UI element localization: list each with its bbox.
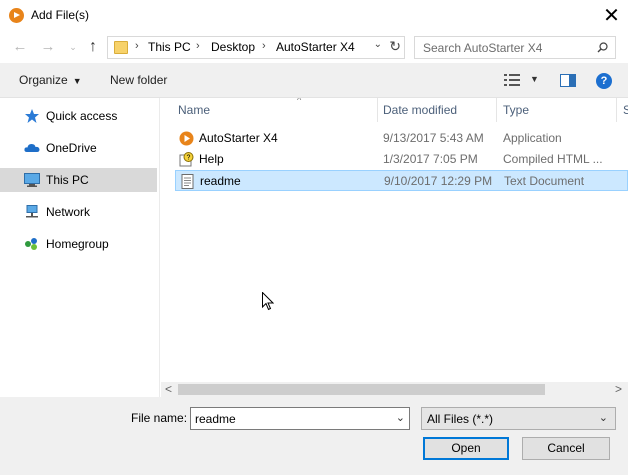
file-date: 9/10/2017 12:29 PM bbox=[384, 174, 493, 188]
scroll-right-button[interactable]: > bbox=[615, 382, 622, 396]
new-folder-button[interactable]: New folder bbox=[110, 73, 167, 87]
help-file-icon: ? bbox=[179, 152, 194, 167]
nav-item-this-pc[interactable]: This PC bbox=[0, 168, 157, 192]
breadcrumb-separator[interactable]: › bbox=[135, 40, 139, 52]
search-input[interactable]: Search AutoStarter X4 bbox=[414, 36, 616, 59]
file-name-label: File name: bbox=[131, 411, 188, 425]
text-file-icon bbox=[181, 174, 194, 189]
breadcrumb-desktop[interactable]: Desktop bbox=[211, 40, 255, 54]
back-button[interactable]: ← bbox=[11, 38, 29, 56]
breadcrumb-this-pc[interactable]: This PC bbox=[148, 40, 191, 54]
folder-icon bbox=[114, 41, 128, 54]
nav-item-label: OneDrive bbox=[46, 141, 97, 155]
file-row[interactable]: AutoStarter X4 9/13/2017 5:43 AM Applica… bbox=[175, 128, 628, 149]
nav-item-label: Quick access bbox=[46, 109, 118, 123]
file-name-input[interactable]: readme ⌄ bbox=[190, 407, 410, 430]
file-list[interactable]: ^ Name Date modified Type S AutoStarter … bbox=[161, 98, 628, 382]
column-header-type[interactable]: Type bbox=[503, 103, 529, 117]
file-row[interactable]: readme 9/10/2017 12:29 PM Text Document bbox=[175, 170, 628, 191]
scrollbar-thumb[interactable] bbox=[178, 384, 545, 395]
nav-item-label: This PC bbox=[46, 173, 89, 187]
nav-item-network[interactable]: Network bbox=[0, 200, 157, 224]
breadcrumb-separator[interactable]: › bbox=[262, 40, 266, 52]
open-button[interactable]: Open bbox=[423, 437, 509, 460]
navigation-pane: Quick access OneDrive This PC Network Ho… bbox=[0, 98, 160, 397]
file-type-filter-value: All Files (*.*) bbox=[427, 412, 494, 426]
file-name: readme bbox=[200, 174, 241, 188]
preview-pane-button[interactable] bbox=[560, 74, 576, 87]
window-title: Add File(s) bbox=[31, 8, 90, 22]
nav-item-homegroup[interactable]: Homegroup bbox=[0, 232, 157, 256]
chevron-down-icon: ▼ bbox=[72, 76, 82, 86]
column-divider[interactable] bbox=[616, 98, 617, 122]
breadcrumb-separator[interactable]: › bbox=[196, 40, 200, 52]
nav-item-quick-access[interactable]: Quick access bbox=[0, 104, 157, 128]
nav-item-onedrive[interactable]: OneDrive bbox=[0, 136, 157, 160]
close-button[interactable]: ✕ bbox=[595, 0, 628, 31]
app-icon bbox=[9, 8, 24, 23]
organize-label: Organize bbox=[19, 73, 68, 87]
view-options-dropdown[interactable]: ▼ bbox=[530, 74, 539, 84]
forward-button[interactable]: → bbox=[39, 38, 57, 56]
file-row[interactable]: ? Help 1/3/2017 7:05 PM Compiled HTML ..… bbox=[175, 149, 628, 170]
file-name: AutoStarter X4 bbox=[199, 131, 278, 145]
chevron-down-icon: ⌄ bbox=[598, 412, 608, 424]
homegroup-icon bbox=[25, 238, 37, 250]
file-name-dropdown-button[interactable]: ⌄ bbox=[396, 411, 405, 424]
cloud-icon bbox=[24, 144, 40, 152]
file-type: Text Document bbox=[504, 174, 585, 188]
file-name: Help bbox=[199, 152, 224, 166]
file-type: Compiled HTML ... bbox=[503, 152, 603, 166]
sort-ascending-icon: ^ bbox=[297, 98, 302, 105]
file-type: Application bbox=[503, 131, 562, 145]
address-dropdown-button[interactable]: ⌄ bbox=[374, 39, 382, 50]
mouse-cursor-icon bbox=[262, 292, 274, 311]
file-date: 9/13/2017 5:43 AM bbox=[383, 131, 484, 145]
help-button[interactable]: ? bbox=[596, 73, 612, 89]
scroll-left-button[interactable]: < bbox=[165, 382, 172, 396]
search-placeholder: Search AutoStarter X4 bbox=[423, 41, 543, 55]
horizontal-scrollbar[interactable]: < > bbox=[161, 382, 628, 397]
search-icon[interactable] bbox=[597, 42, 608, 53]
organize-button[interactable]: Organize ▼ bbox=[19, 73, 82, 87]
column-divider[interactable] bbox=[377, 98, 378, 122]
address-bar[interactable]: › This PC › Desktop › AutoStarter X4 ⌄ ↻ bbox=[107, 36, 405, 59]
app-icon bbox=[179, 131, 194, 146]
dialog-footer: File name: readme ⌄ All Files (*.*) ⌄ Op… bbox=[0, 397, 628, 475]
nav-item-label: Homegroup bbox=[46, 237, 109, 251]
nav-item-label: Network bbox=[46, 205, 91, 219]
view-options-icon[interactable] bbox=[504, 73, 520, 87]
cancel-button[interactable]: Cancel bbox=[522, 437, 610, 460]
column-header-name[interactable]: Name bbox=[178, 103, 210, 117]
address-row: ← → ⌄ ↑ › This PC › Desktop › AutoStarte… bbox=[0, 31, 628, 63]
recent-locations-button[interactable]: ⌄ bbox=[64, 38, 82, 56]
column-divider[interactable] bbox=[496, 98, 497, 122]
star-icon bbox=[25, 109, 39, 123]
svg-text:?: ? bbox=[187, 155, 191, 162]
file-date: 1/3/2017 7:05 PM bbox=[383, 152, 478, 166]
breadcrumb-autostarter[interactable]: AutoStarter X4 bbox=[276, 40, 355, 54]
file-name-value: readme bbox=[195, 412, 236, 426]
computer-icon bbox=[24, 173, 40, 187]
column-header-size[interactable]: S bbox=[623, 103, 628, 117]
up-button[interactable]: ↑ bbox=[84, 38, 102, 56]
command-bar: Organize ▼ New folder ▼ ? bbox=[0, 63, 628, 98]
title-bar: Add File(s) ✕ bbox=[0, 0, 628, 31]
refresh-button[interactable]: ↻ bbox=[389, 38, 401, 55]
file-type-filter-select[interactable]: All Files (*.*) ⌄ bbox=[421, 407, 616, 430]
column-header-date[interactable]: Date modified bbox=[383, 103, 457, 117]
network-icon bbox=[26, 205, 38, 218]
